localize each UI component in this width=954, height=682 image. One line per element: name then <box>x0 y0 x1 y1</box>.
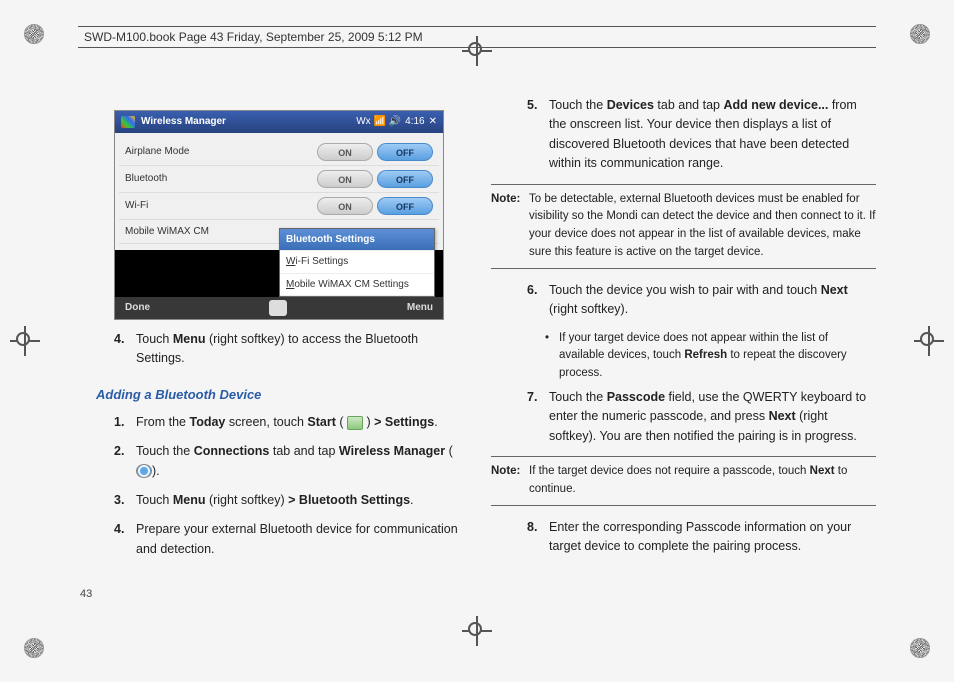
step-2: 2. Touch the Connections tab and tap Wir… <box>114 442 463 481</box>
step-3: 3. Touch Menu (right softkey) > Bluetoot… <box>114 491 463 510</box>
crop-mark-bl <box>24 638 44 658</box>
windows-flag-icon <box>121 116 135 128</box>
step-number: 5. <box>527 96 549 174</box>
step-6-bullet: If your target device does not appear wi… <box>545 330 876 383</box>
step-number: 1. <box>114 413 136 432</box>
crop-mark-br <box>910 638 930 658</box>
left-column: Wireless Manager Wx 📶 🔊 4:16 ✕ Airplane … <box>78 90 463 612</box>
menu-item-bluetooth-settings: Bluetooth Settings <box>280 229 434 252</box>
note-detectable: Note: To be detectable, external Bluetoo… <box>491 184 876 269</box>
screenshot-time: 4:16 <box>405 114 424 130</box>
registration-mark-right <box>914 326 944 356</box>
toggle-off: OFF <box>377 197 433 215</box>
step-text: Enter the corresponding Passcode informa… <box>549 518 876 557</box>
row-wifi: Wi-Fi ON OFF <box>119 193 439 220</box>
row-airplane: Airplane Mode ON OFF <box>119 139 439 166</box>
toggle-off: OFF <box>377 143 433 161</box>
step-text: Touch Menu (right softkey) to access the… <box>136 330 463 369</box>
toggle-on: ON <box>317 143 373 161</box>
step-7: 7. Touch the Passcode field, use the QWE… <box>527 388 876 446</box>
keyboard-icon <box>269 300 287 316</box>
note-text: To be detectable, external Bluetooth dev… <box>529 191 876 262</box>
section-heading: Adding a Bluetooth Device <box>96 385 463 405</box>
right-steps-5: 5. Touch the Devices tab and tap Add new… <box>491 96 876 174</box>
step-text: Touch the device you wish to pair with a… <box>549 281 876 320</box>
row-label: Airplane Mode <box>125 144 313 160</box>
content-columns: Wireless Manager Wx 📶 🔊 4:16 ✕ Airplane … <box>78 90 876 612</box>
step-text: Touch the Devices tab and tap Add new de… <box>549 96 876 174</box>
wireless-signal-icon <box>136 464 152 478</box>
right-column: 5. Touch the Devices tab and tap Add new… <box>491 90 876 612</box>
crop-mark-tl <box>24 24 44 44</box>
screenshot-titlebar: Wireless Manager Wx 📶 🔊 4:16 ✕ <box>115 111 443 133</box>
registration-mark-left <box>10 326 40 356</box>
step-6: 6. Touch the device you wish to pair wit… <box>527 281 876 320</box>
softkey-menu: Menu <box>407 300 433 316</box>
step-4-menu: 4. Touch Menu (right softkey) to access … <box>114 330 463 369</box>
step-text: Prepare your external Bluetooth device f… <box>136 520 463 559</box>
toggle-on: ON <box>317 197 373 215</box>
step-number: 6. <box>527 281 549 320</box>
step-8: 8. Enter the corresponding Passcode info… <box>527 518 876 557</box>
step-text: Touch the Passcode field, use the QWERTY… <box>549 388 876 446</box>
step-1: 1. From the Today screen, touch Start ( … <box>114 413 463 432</box>
right-steps-7: 7. Touch the Passcode field, use the QWE… <box>491 388 876 446</box>
step-number: 4. <box>114 520 136 559</box>
step-5: 5. Touch the Devices tab and tap Add new… <box>527 96 876 174</box>
registration-mark-bottom <box>462 616 492 646</box>
right-steps-6: 6. Touch the device you wish to pair wit… <box>491 281 876 320</box>
steps-above-heading: 4. Touch Menu (right softkey) to access … <box>78 330 463 369</box>
right-steps-8: 8. Enter the corresponding Passcode info… <box>491 518 876 557</box>
start-flag-icon <box>347 416 363 430</box>
page-number: 43 <box>80 588 92 600</box>
toggle-off: OFF <box>377 170 433 188</box>
menu-item-wimax-settings: Mobile WiMAX CM Settings <box>280 274 434 297</box>
menu-item-wifi-settings: Wi-Fi Settings <box>280 251 434 274</box>
row-bluetooth: Bluetooth ON OFF <box>119 166 439 193</box>
step-4-prepare: 4. Prepare your external Bluetooth devic… <box>114 520 463 559</box>
step-number: 3. <box>114 491 136 510</box>
screenshot-status-area: Wx 📶 🔊 4:16 ✕ <box>356 114 437 130</box>
screenshot-title-text: Wireless Manager <box>141 114 226 130</box>
context-menu-popup: Bluetooth Settings Wi-Fi Settings Mobile… <box>279 228 435 298</box>
step-text: Touch Menu (right softkey) > Bluetooth S… <box>136 491 463 510</box>
crop-mark-tr <box>910 24 930 44</box>
step-number: 4. <box>114 330 136 369</box>
note-passcode: Note: If the target device does not requ… <box>491 456 876 506</box>
wireless-manager-screenshot: Wireless Manager Wx 📶 🔊 4:16 ✕ Airplane … <box>114 110 444 320</box>
step-text: Touch the Connections tab and tap Wirele… <box>136 442 463 481</box>
close-icon: ✕ <box>429 114 437 130</box>
note-text: If the target device does not require a … <box>529 463 876 499</box>
screenshot-footer: Done Menu <box>115 297 443 319</box>
page-header: SWD-M100.book Page 43 Friday, September … <box>78 26 876 48</box>
row-label: Wi-Fi <box>125 198 313 214</box>
step-number: 8. <box>527 518 549 557</box>
step-number: 7. <box>527 388 549 446</box>
bullet-text: If your target device does not appear wi… <box>559 330 876 383</box>
adding-device-steps: 1. From the Today screen, touch Start ( … <box>78 413 463 559</box>
step-number: 2. <box>114 442 136 481</box>
row-label: Bluetooth <box>125 171 313 187</box>
softkey-done: Done <box>125 300 150 316</box>
step-text: From the Today screen, touch Start ( ) >… <box>136 413 463 432</box>
note-label: Note: <box>491 463 529 499</box>
status-indicators: Wx 📶 🔊 <box>356 114 401 130</box>
note-label: Note: <box>491 191 529 262</box>
toggle-on: ON <box>317 170 373 188</box>
